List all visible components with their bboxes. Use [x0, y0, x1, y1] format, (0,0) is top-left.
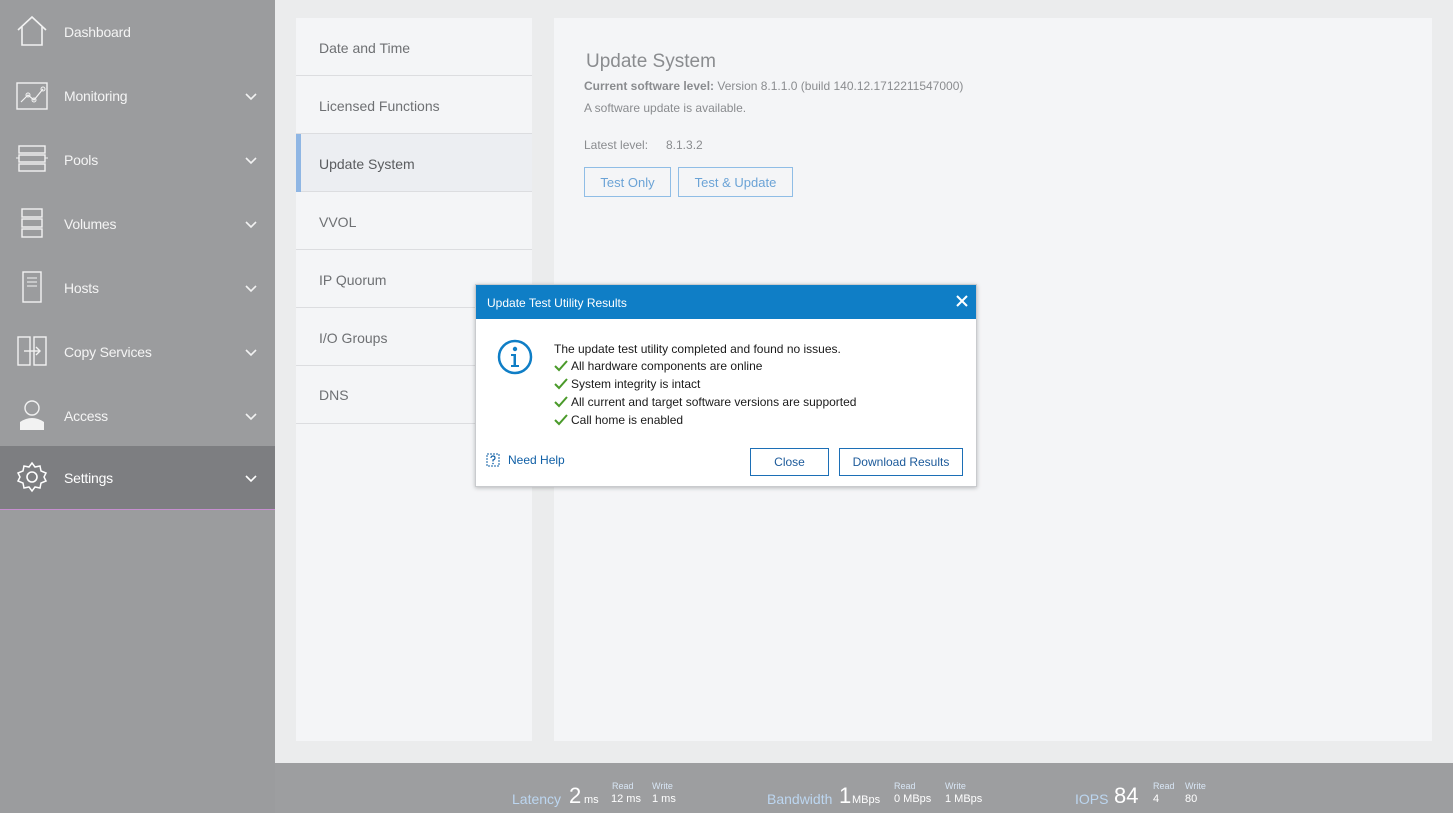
sidebar-item-access[interactable]: Access [0, 384, 275, 448]
check-item: All hardware components are online [554, 358, 762, 374]
checkmark-icon [554, 378, 568, 390]
close-button[interactable]: Close [750, 448, 829, 476]
test-only-button[interactable]: Test Only [584, 167, 671, 197]
check-item-label: All current and target software versions… [571, 395, 857, 409]
download-results-button[interactable]: Download Results [839, 448, 963, 476]
submenu-item-vvol[interactable]: VVOL [296, 192, 532, 250]
iops-value: 84 [1114, 783, 1139, 808]
check-item: System integrity is intact [554, 376, 700, 392]
result-message: The update test utility completed and fo… [554, 342, 841, 356]
current-software-level: Current software level: Version 8.1.1.0 … [584, 79, 963, 93]
check-item-label: System integrity is intact [571, 377, 701, 391]
test-and-update-button[interactable]: Test & Update [678, 167, 793, 197]
checkmark-icon [554, 414, 568, 426]
dialog-title: Update Test Utility Results [487, 296, 627, 310]
home-icon [16, 14, 48, 48]
latency-read-label: Read [612, 781, 634, 791]
chevron-down-icon [245, 93, 257, 101]
sidebar-item-label: Pools [64, 152, 99, 168]
iops-read-value: 4 [1153, 793, 1160, 805]
submenu-item-label: DNS [319, 387, 349, 403]
bandwidth-unit: MBps [852, 794, 881, 806]
submenu-item-label: Update System [319, 156, 415, 172]
latency-read-value: 12 ms [611, 793, 641, 805]
monitoring-icon [16, 78, 48, 112]
latency-value: 2 [569, 783, 582, 808]
iops-write-value: 80 [1185, 793, 1198, 805]
iops-write-label: Write [1185, 781, 1206, 791]
sidebar-item-pools[interactable]: Pools [0, 128, 275, 192]
performance-statusbar: Latency 2 ms Read 12 ms Write 1 ms Bandw… [275, 763, 1453, 813]
current-level-label: Current software level: [584, 79, 715, 93]
submenu-item-label: Licensed Functions [319, 98, 440, 114]
bandwidth-read-label: Read [894, 781, 916, 791]
checkmark-icon [554, 360, 568, 372]
dialog-header: Update Test Utility Results [476, 285, 976, 319]
sidebar-item-dashboard[interactable]: Dashboard [0, 0, 275, 64]
submenu-item-update-system[interactable]: Update System [296, 134, 532, 192]
submenu-item-label: Date and Time [319, 40, 411, 56]
volumes-icon [16, 206, 48, 240]
sidebar-item-label: Monitoring [64, 88, 128, 104]
check-item: All current and target software versions… [554, 394, 856, 410]
sidebar-item-label: Volumes [64, 216, 117, 232]
submenu-item-licensed-functions[interactable]: Licensed Functions [296, 76, 532, 134]
need-help-label: Need Help [508, 453, 565, 467]
chevron-down-icon [245, 474, 257, 482]
latency-unit: ms [584, 794, 599, 806]
update-test-results-dialog: Update Test Utility Results The update t… [475, 284, 977, 487]
page-title: Update System [586, 51, 716, 72]
bandwidth-read-value: 0 MBps [894, 793, 932, 805]
bandwidth-value: 1 [839, 783, 852, 808]
check-item-label: All hardware components are online [571, 359, 763, 373]
checkmark-icon [554, 396, 568, 408]
submenu-item-label: I/O Groups [319, 330, 388, 346]
submenu-item-label: VVOL [319, 214, 357, 230]
chevron-down-icon [245, 349, 257, 357]
sidebar-item-monitoring[interactable]: Monitoring [0, 64, 275, 128]
submenu-item-label: IP Quorum [319, 272, 387, 288]
sidebar: Dashboard Monitoring Pools Volumes Hosts [0, 0, 275, 813]
sidebar-item-label: Copy Services [64, 344, 152, 360]
bandwidth-write-label: Write [945, 781, 966, 791]
sidebar-item-volumes[interactable]: Volumes [0, 192, 275, 256]
help-icon [486, 453, 500, 467]
user-icon [16, 398, 48, 432]
iops-read-label: Read [1153, 781, 1175, 791]
bandwidth-label: Bandwidth [767, 791, 833, 807]
hosts-icon [16, 270, 48, 304]
chevron-down-icon [245, 157, 257, 165]
bandwidth-write-value: 1 MBps [945, 793, 983, 805]
sidebar-item-label: Settings [64, 469, 113, 486]
latency-write-value: 1 ms [652, 793, 676, 805]
sidebar-item-label: Hosts [64, 280, 99, 296]
latest-level-value: 8.1.3.2 [666, 138, 703, 152]
check-item: Call home is enabled [554, 412, 683, 428]
gear-icon [16, 460, 48, 494]
latency-label: Latency [512, 791, 562, 807]
sidebar-item-label: Access [64, 408, 108, 424]
update-availability: A software update is available. [584, 101, 747, 115]
sidebar-item-settings[interactable]: Settings [0, 446, 275, 510]
latency-write-label: Write [652, 781, 673, 791]
info-icon [497, 339, 533, 375]
need-help-link[interactable]: Need Help [486, 453, 565, 467]
sidebar-item-copy-services[interactable]: Copy Services [0, 320, 275, 384]
latest-level-label: Latest level: [584, 138, 649, 152]
sidebar-item-hosts[interactable]: Hosts [0, 256, 275, 320]
chevron-down-icon [245, 221, 257, 229]
chevron-down-icon [245, 285, 257, 293]
check-item-label: Call home is enabled [571, 413, 684, 427]
sidebar-item-label: Dashboard [64, 24, 131, 40]
copy-services-icon [16, 334, 48, 368]
current-level-value: Version 8.1.1.0 (build 140.12.1712211547… [717, 79, 964, 93]
iops-label: IOPS [1075, 791, 1109, 807]
chevron-down-icon [245, 413, 257, 421]
submenu-item-date-time[interactable]: Date and Time [296, 18, 532, 76]
close-icon[interactable] [954, 293, 970, 309]
pools-icon [16, 142, 48, 176]
